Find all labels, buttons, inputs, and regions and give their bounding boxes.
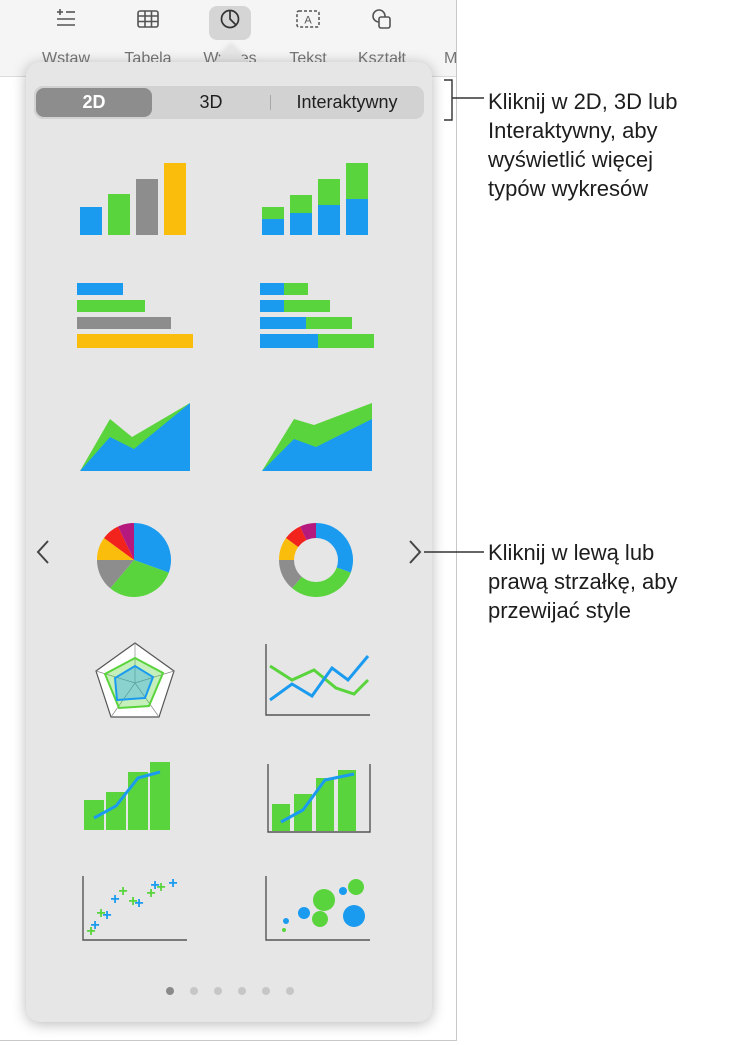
arrows-callout-text: Kliknij w lewą lub prawą strzałkę, aby p… bbox=[488, 540, 678, 623]
tab-2d[interactable]: 2D bbox=[36, 88, 152, 117]
media-label: Multimedia bbox=[444, 50, 456, 67]
bar-chart-style[interactable] bbox=[75, 280, 205, 380]
bubble-chart-style[interactable] bbox=[264, 874, 394, 974]
stacked-bar-chart-style[interactable] bbox=[258, 280, 388, 380]
svg-text:+: + bbox=[150, 877, 159, 894]
chart-picker-popover: 2D 3D Interaktywny + + + + + + + + + + +… bbox=[26, 62, 432, 1022]
svg-text:+: + bbox=[134, 895, 143, 912]
area-chart-style[interactable] bbox=[78, 397, 208, 497]
shape-icon bbox=[350, 8, 414, 35]
shape-button[interactable]: Kształt bbox=[350, 0, 414, 70]
tab-3d[interactable]: 3D bbox=[152, 86, 270, 119]
page-dot[interactable] bbox=[214, 987, 222, 995]
text-box-icon: A bbox=[276, 8, 340, 35]
svg-text:+: + bbox=[102, 907, 111, 924]
text-button[interactable]: A Tekst bbox=[276, 0, 340, 70]
chart-pie-icon bbox=[198, 8, 262, 35]
page-dot[interactable] bbox=[238, 987, 246, 995]
table-button[interactable]: Tabela bbox=[116, 0, 180, 70]
page-indicator bbox=[166, 987, 296, 997]
svg-text:+: + bbox=[168, 875, 177, 892]
chevron-right-icon[interactable] bbox=[402, 535, 426, 569]
stacked-area-chart-style[interactable] bbox=[260, 397, 390, 497]
svg-text:A: A bbox=[304, 15, 312, 27]
chevron-left-icon[interactable] bbox=[32, 535, 56, 569]
arrows-callout-line bbox=[424, 551, 484, 553]
tabs-callout-text: Kliknij w 2D, 3D lub Interaktywny, aby w… bbox=[488, 89, 678, 201]
dimension-segmented-control: 2D 3D Interaktywny bbox=[34, 86, 424, 119]
donut-chart-style[interactable] bbox=[276, 520, 406, 620]
scatter-chart-style[interactable]: + + + + + + + + + + + + bbox=[81, 874, 211, 974]
column-chart-style[interactable] bbox=[77, 157, 207, 257]
segment-divider bbox=[270, 95, 271, 110]
stacked-column-chart-style[interactable] bbox=[258, 157, 388, 257]
page-dot[interactable] bbox=[286, 987, 294, 995]
insert-icon bbox=[34, 8, 98, 35]
line-chart-style[interactable] bbox=[264, 642, 394, 742]
svg-text:+: + bbox=[90, 917, 99, 934]
media-button[interactable]: Multimedia bbox=[424, 0, 456, 70]
tabs-callout-bracket bbox=[444, 79, 484, 121]
radar-chart-style[interactable] bbox=[93, 640, 223, 740]
page-dot[interactable] bbox=[190, 987, 198, 995]
svg-text:+: + bbox=[110, 891, 119, 908]
insert-button[interactable]: Wstaw bbox=[34, 0, 98, 70]
table-icon bbox=[116, 8, 180, 35]
tab-interactive[interactable]: Interaktywny bbox=[272, 86, 422, 119]
two-axis-chart-style[interactable] bbox=[266, 762, 396, 862]
mixed-column-line-chart-style[interactable] bbox=[82, 760, 212, 860]
page-dot[interactable] bbox=[166, 987, 174, 995]
svg-text:+: + bbox=[118, 883, 127, 900]
pie-chart-style[interactable] bbox=[94, 520, 224, 620]
page-dot[interactable] bbox=[262, 987, 270, 995]
